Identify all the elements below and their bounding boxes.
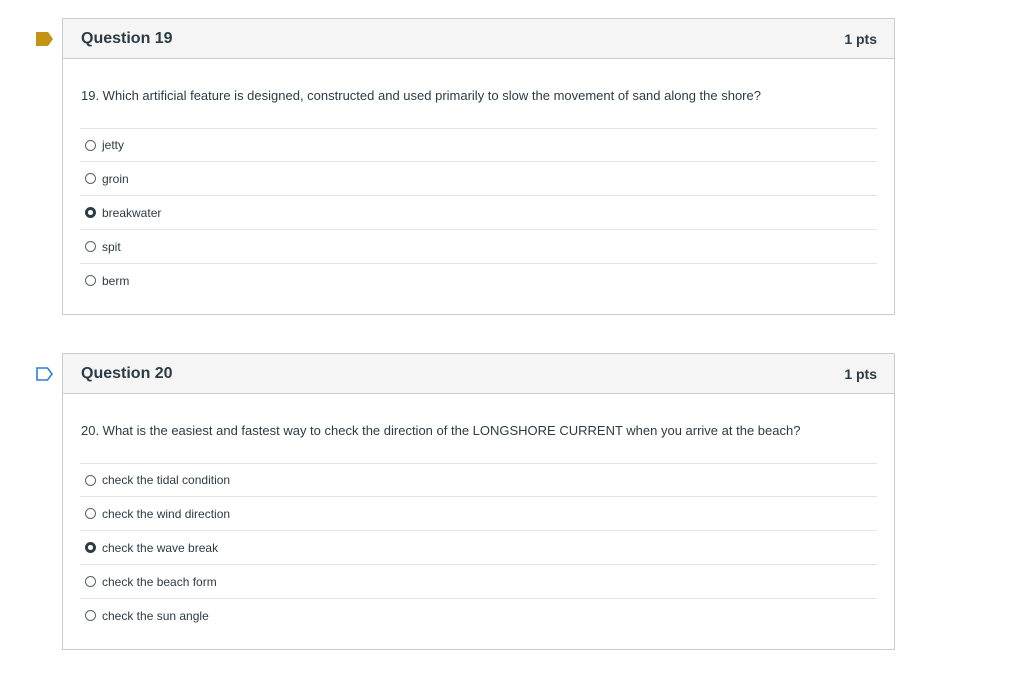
answer-option[interactable]: check the wind direction bbox=[80, 496, 877, 530]
question-points: 1 pts bbox=[844, 30, 877, 47]
answer-option[interactable]: jetty bbox=[80, 128, 877, 161]
answer-label: groin bbox=[102, 171, 129, 186]
answer-label: breakwater bbox=[102, 205, 162, 220]
question-text: 20. What is the easiest and fastest way … bbox=[81, 423, 801, 438]
answer-label: check the beach form bbox=[102, 574, 217, 589]
answer-label: berm bbox=[102, 273, 130, 288]
answer-option[interactable]: groin bbox=[80, 161, 877, 195]
radio-button[interactable] bbox=[85, 173, 96, 184]
answer-option[interactable]: berm bbox=[80, 263, 877, 297]
radio-button[interactable] bbox=[85, 508, 96, 519]
answer-label: check the wind direction bbox=[102, 506, 231, 521]
question-19: Question 19 1 pts 19. Which artificial f… bbox=[36, 18, 895, 315]
radio-button[interactable] bbox=[85, 241, 96, 252]
answer-label: check the sun angle bbox=[102, 608, 209, 623]
answer-option[interactable]: check the wave break bbox=[80, 530, 877, 564]
answer-option[interactable]: check the sun angle bbox=[80, 598, 877, 632]
question-header: Question 20 1 pts bbox=[63, 354, 894, 394]
question-title: Question 19 bbox=[81, 29, 173, 47]
question-title: Question 20 bbox=[81, 364, 173, 382]
radio-button[interactable] bbox=[85, 610, 96, 621]
answer-option[interactable]: check the beach form bbox=[80, 564, 877, 598]
answer-option[interactable]: check the tidal condition bbox=[80, 463, 877, 496]
flag-filled-icon[interactable] bbox=[36, 32, 54, 46]
radio-button[interactable] bbox=[85, 576, 96, 587]
answer-option[interactable]: breakwater bbox=[80, 195, 877, 229]
answer-option[interactable]: spit bbox=[80, 229, 877, 263]
answer-label: check the wave break bbox=[102, 540, 219, 555]
question-points: 1 pts bbox=[844, 365, 877, 382]
question-text: 19. Which artificial feature is designed… bbox=[81, 88, 761, 103]
answer-label: spit bbox=[102, 239, 121, 254]
flag-outline-icon[interactable] bbox=[36, 367, 54, 381]
answer-label: check the tidal condition bbox=[102, 473, 231, 487]
answer-list: jetty groin breakwater spit berm bbox=[80, 128, 877, 297]
answer-label: jetty bbox=[102, 138, 125, 152]
radio-button-selected[interactable] bbox=[85, 542, 96, 553]
answer-list: check the tidal condition check the wind… bbox=[80, 463, 877, 632]
radio-button-selected[interactable] bbox=[85, 207, 96, 218]
radio-button[interactable] bbox=[85, 474, 96, 486]
radio-button[interactable] bbox=[85, 275, 96, 286]
question-header: Question 19 1 pts bbox=[63, 19, 894, 59]
question-20: Question 20 1 pts 20. What is the easies… bbox=[36, 353, 895, 650]
radio-button[interactable] bbox=[85, 139, 96, 151]
